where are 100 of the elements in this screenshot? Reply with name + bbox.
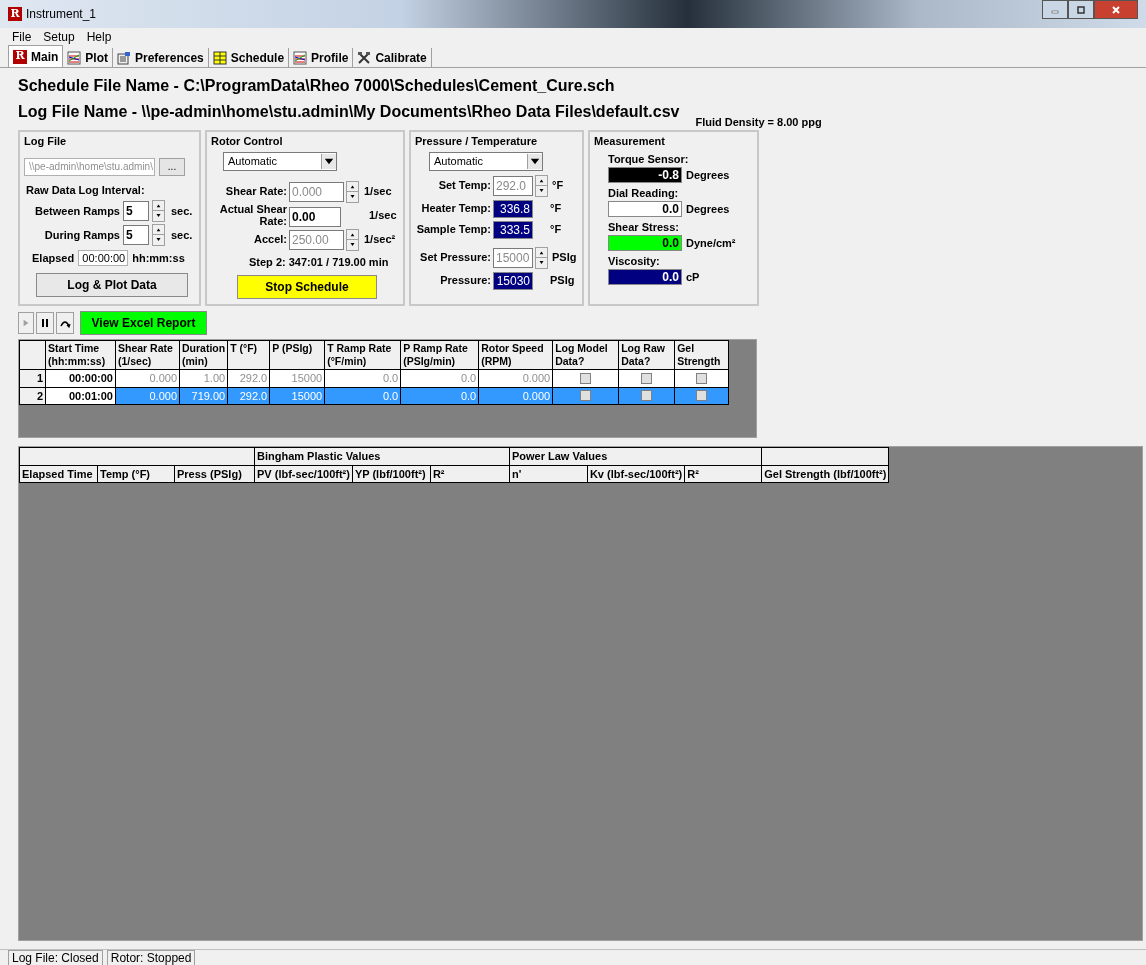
step-button[interactable] [56, 312, 74, 334]
panel-title: Log File [24, 134, 68, 149]
maximize-button[interactable] [1068, 0, 1094, 19]
field-label: During Ramps [43, 227, 120, 243]
unit-label: sec. [171, 227, 193, 243]
column-header: Shear Rate (1/sec) [115, 340, 180, 370]
step-status: Step 2: 347:01 / 719.00 min [249, 254, 390, 270]
interval-label: Raw Data Log Interval: [26, 182, 146, 198]
logo-icon: R [13, 49, 27, 64]
checkbox[interactable] [641, 390, 653, 402]
column-header: Start Time (hh:mm:ss) [45, 340, 116, 370]
column-header: T Ramp Rate (°F/min) [324, 340, 401, 370]
field-label: Set Temp: [437, 178, 491, 194]
spin-buttons[interactable] [535, 174, 548, 197]
chart-icon [67, 50, 82, 65]
column-header: Log Model Data? [552, 340, 619, 370]
checkbox[interactable] [696, 390, 708, 402]
unit-label: PSIg [552, 250, 577, 266]
readout-display: 0.0 [608, 235, 682, 252]
field-label: Actual Shear Rate: [218, 202, 287, 227]
close-button[interactable] [1094, 0, 1138, 19]
column-header: Temp (°F) [97, 465, 175, 483]
unit-label: 1/sec [369, 208, 397, 223]
log-plot-button[interactable]: Log & Plot Data [36, 272, 188, 297]
readout-display: 333.5 [493, 220, 533, 239]
play-icon [22, 318, 30, 328]
checkbox[interactable] [580, 372, 592, 384]
field-label: Shear Rate: [224, 184, 287, 200]
column-header: Rotor Speed (RPM) [478, 340, 553, 370]
column-header: R² [684, 465, 762, 483]
panel-title: Pressure / Temperature [415, 134, 539, 149]
number-field[interactable]: 292.0 [493, 175, 533, 196]
curved-arrow-icon [59, 318, 71, 328]
column-header: Gel Strength [674, 340, 729, 370]
column-header: Press (PSIg) [174, 465, 255, 483]
readout-display: 0.0 [608, 269, 682, 286]
spin-buttons[interactable] [535, 246, 548, 269]
unit-label: 1/sec² [364, 232, 396, 248]
field-label: Elapsed [32, 251, 75, 266]
readout-display: 336.8 [493, 199, 533, 218]
menu-item[interactable]: Setup [43, 28, 75, 46]
number-field[interactable]: 15000 [493, 247, 533, 268]
table-cell: 1.00 [179, 369, 228, 387]
fluid-density: Fluid Density = 8.00 ppg [695, 114, 822, 130]
table-cell: 0.000 [115, 369, 180, 387]
elapsed-field: 00:00:00 [78, 250, 129, 267]
checkbox[interactable] [641, 372, 653, 384]
table-cell: 719.00 [179, 387, 228, 405]
checkbox[interactable] [580, 390, 592, 402]
unit-label: hh:mm:ss [132, 251, 185, 266]
spin-buttons[interactable] [346, 228, 359, 251]
table-cell: 0.0 [324, 387, 401, 405]
panel-title: Rotor Control [211, 134, 284, 149]
stop-schedule-button[interactable]: Stop Schedule [237, 275, 377, 299]
column-header: Gel Strength (lbf/100ft²) [761, 465, 889, 483]
table-cell: 0.0 [324, 369, 401, 387]
table-cell: 0.000 [115, 387, 180, 405]
close-icon [1111, 4, 1121, 15]
pause-button[interactable] [36, 312, 54, 334]
group-header: Bingham Plastic Values [254, 447, 510, 465]
measurement-label: Viscosity: [608, 253, 661, 269]
unit-label: PSIg [550, 273, 575, 289]
unit-label: Dyne/cm² [686, 236, 736, 251]
document-icon [117, 50, 131, 65]
log-file-name: Log File Name - \\pe-admin\home\stu.admin\My Documents\Rheo Data Files\default.csv [18, 102, 680, 122]
column-header: n' [509, 465, 588, 483]
field-label: Pressure: [439, 273, 491, 289]
browse-button[interactable]: ... [159, 157, 185, 176]
number-field[interactable]: 0.00 [289, 206, 341, 227]
pause-icon [40, 318, 50, 328]
mode-dropdown[interactable]: Automatic [429, 151, 543, 171]
field-label: Set Pressure: [419, 250, 491, 266]
table-cell: 0.000 [478, 387, 553, 405]
menu-item[interactable]: Help [86, 28, 112, 46]
checkbox[interactable] [696, 372, 708, 384]
minimize-button[interactable] [1042, 0, 1068, 19]
spin-buttons[interactable] [152, 200, 165, 222]
measurement-label: Shear Stress: [608, 219, 680, 235]
number-field[interactable]: 5 [123, 225, 149, 245]
spin-buttons[interactable] [346, 180, 359, 203]
maximize-icon [1076, 4, 1086, 15]
column-header: Kv (lbf-sec/100ft²) [587, 465, 685, 483]
number-field[interactable]: 5 [123, 201, 149, 221]
view-report-button[interactable]: View Excel Report [80, 311, 207, 335]
column-header: Duration (min) [179, 340, 228, 370]
tools-icon [357, 50, 372, 65]
grid-icon [212, 50, 227, 65]
unit-label: Degrees [686, 202, 730, 217]
tab[interactable]: R Main [8, 45, 64, 67]
menu-item[interactable]: File [12, 28, 32, 46]
unit-label: °F [550, 201, 562, 217]
table-cell: 15000 [269, 387, 325, 405]
column-header: Elapsed Time [19, 465, 98, 483]
readout-display: 15030 [493, 271, 533, 290]
spin-buttons[interactable] [152, 224, 165, 246]
table-cell: 0.0 [400, 387, 479, 405]
column-header: Log Raw Data? [618, 340, 675, 370]
column-header: P Ramp Rate (PSIg/min) [400, 340, 479, 370]
mode-dropdown[interactable]: Automatic [223, 151, 337, 171]
table-cell: 292.0 [227, 387, 270, 405]
